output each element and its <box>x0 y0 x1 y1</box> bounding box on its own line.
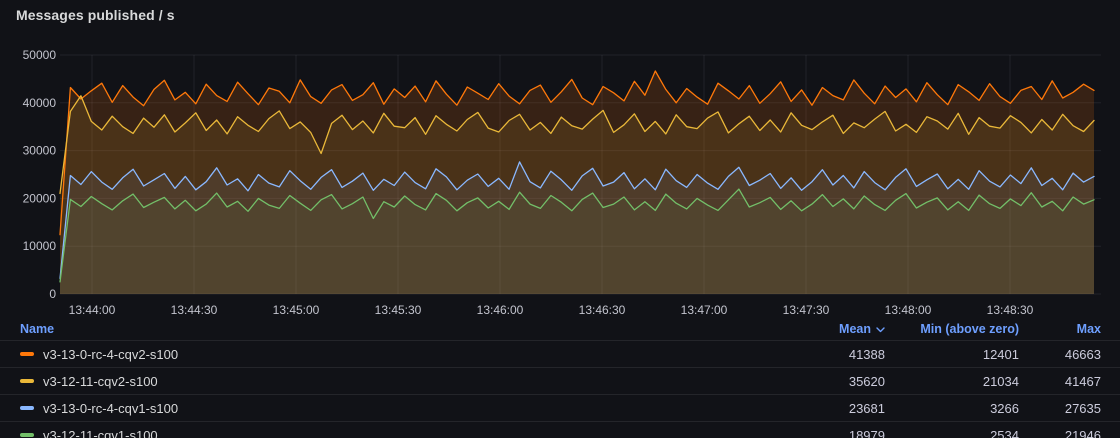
x-axis-tick-label: 13:48:00 <box>885 303 932 317</box>
legend-col-mean[interactable]: Mean <box>767 322 885 336</box>
series-name: v3-12-11-cqv2-s100 <box>43 374 158 389</box>
x-axis-tick-label: 13:45:00 <box>273 303 320 317</box>
legend-item[interactable]: v3-13-0-rc-4-cqv2-s100 <box>20 347 767 362</box>
time-series-chart[interactable]: 0 10000 20000 30000 40000 50000 13:44:00 13:44:… <box>0 0 1120 318</box>
series-color-swatch[interactable] <box>20 433 34 437</box>
series-min: 2534 <box>885 428 1019 438</box>
legend-col-mean-label: Mean <box>839 322 871 336</box>
legend-table: Name Mean Min (above zero) Max v3-13-0-r… <box>0 318 1120 438</box>
series-color-swatch[interactable] <box>20 352 34 356</box>
y-axis-tick-label: 0 <box>49 287 56 301</box>
series-max: 27635 <box>1019 401 1101 416</box>
series-mean: 18979 <box>767 428 885 438</box>
series-mean: 41388 <box>767 347 885 362</box>
x-axis-tick-label: 13:44:00 <box>69 303 116 317</box>
legend-col-max[interactable]: Max <box>1019 322 1101 336</box>
y-axis-tick-label: 10000 <box>23 239 57 253</box>
legend-item[interactable]: v3-12-11-cqv2-s100 <box>20 374 767 389</box>
sort-desc-icon <box>876 322 885 336</box>
y-axis-tick-label: 20000 <box>23 191 57 205</box>
series-max: 46663 <box>1019 347 1101 362</box>
series-min: 3266 <box>885 401 1019 416</box>
y-axis-tick-label: 30000 <box>23 144 57 158</box>
grafana-panel: Messages published / s 01000020000300004… <box>0 0 1120 438</box>
y-axis-tick-label: 50000 <box>23 48 57 62</box>
series-color-swatch[interactable] <box>20 379 34 383</box>
legend-col-name[interactable]: Name <box>20 322 767 336</box>
x-axis-tick-label: 13:47:00 <box>681 303 728 317</box>
legend-row: v3-12-11-cqv1-s100 18979 2534 21946 <box>0 421 1120 438</box>
x-axis-tick-label: 13:46:30 <box>579 303 626 317</box>
legend-row: v3-12-11-cqv2-s100 35620 21034 41467 <box>0 367 1120 394</box>
legend-header-row: Name Mean Min (above zero) Max <box>0 318 1120 340</box>
series-max: 21946 <box>1019 428 1101 438</box>
series-max: 41467 <box>1019 374 1101 389</box>
legend-item[interactable]: v3-13-0-rc-4-cqv1-s100 <box>20 401 767 416</box>
series-min: 21034 <box>885 374 1019 389</box>
x-axis-tick-label: 13:45:30 <box>375 303 422 317</box>
x-axis-tick-label: 13:46:00 <box>477 303 524 317</box>
x-axis-tick-label: 13:44:30 <box>171 303 218 317</box>
series-name: v3-13-0-rc-4-cqv2-s100 <box>43 347 178 362</box>
legend-col-min[interactable]: Min (above zero) <box>885 322 1019 336</box>
series-color-swatch[interactable] <box>20 406 34 410</box>
legend-row: v3-13-0-rc-4-cqv1-s100 23681 3266 27635 <box>0 394 1120 421</box>
legend-item[interactable]: v3-12-11-cqv1-s100 <box>20 428 767 438</box>
series-name: v3-13-0-rc-4-cqv1-s100 <box>43 401 178 416</box>
series-mean: 23681 <box>767 401 885 416</box>
y-axis-tick-label: 40000 <box>23 96 57 110</box>
x-axis-tick-label: 13:48:30 <box>987 303 1034 317</box>
series-min: 12401 <box>885 347 1019 362</box>
x-axis-tick-label: 13:47:30 <box>783 303 830 317</box>
series-name: v3-12-11-cqv1-s100 <box>43 428 158 438</box>
series-mean: 35620 <box>767 374 885 389</box>
legend-row: v3-13-0-rc-4-cqv2-s100 41388 12401 46663 <box>0 340 1120 367</box>
